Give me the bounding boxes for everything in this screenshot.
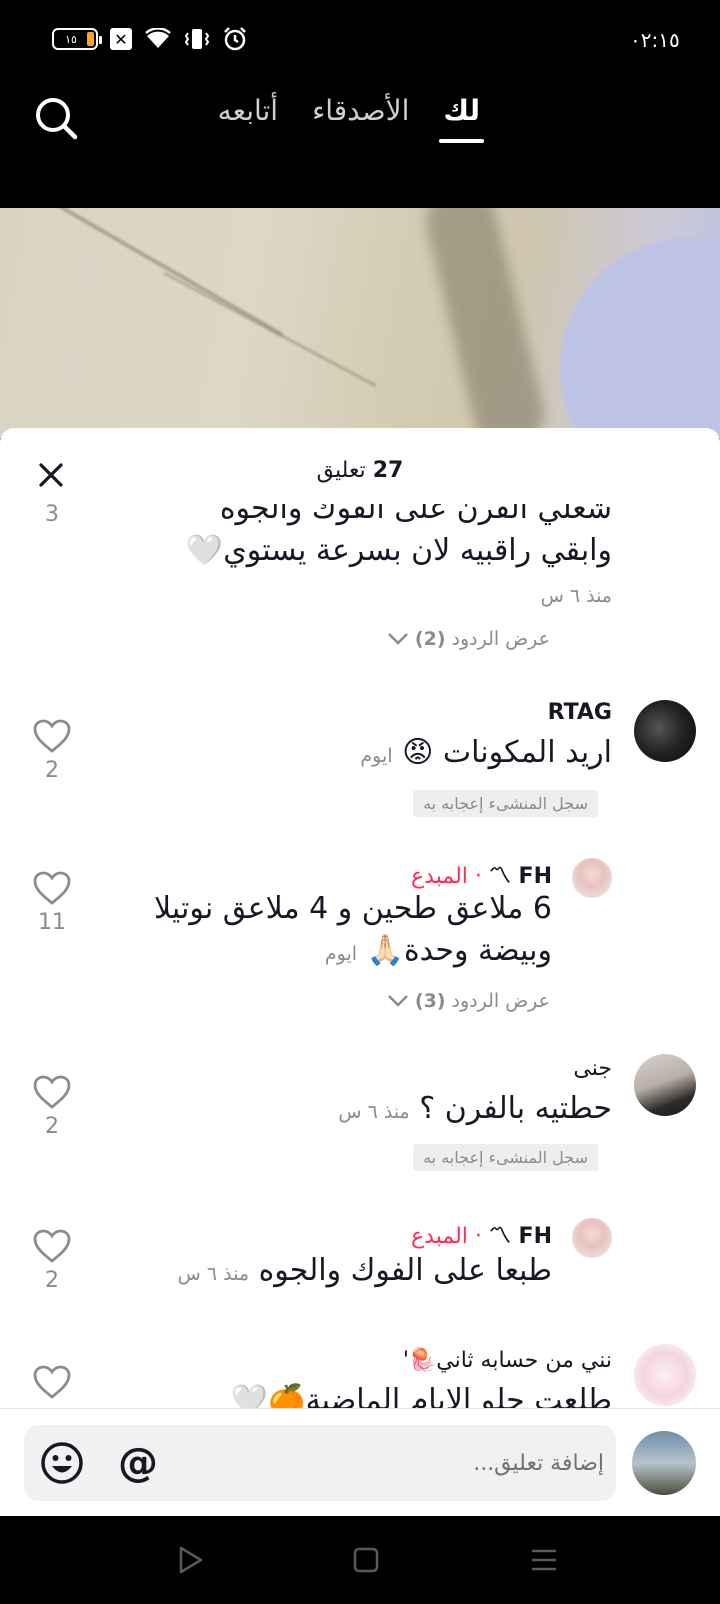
- comments-sheet: 27 تعليق شعلي الفرن على الفوك والجوه واب…: [0, 428, 720, 1516]
- like-count: 2: [45, 1268, 59, 1293]
- avatar[interactable]: [572, 1218, 612, 1258]
- creator-label: · المبدع: [411, 864, 482, 889]
- comment-input-container[interactable]: @: [24, 1425, 616, 1501]
- creator-liked-badge: سجل المنشىء إعجابه به: [413, 790, 598, 817]
- heart-icon: [33, 1075, 71, 1109]
- heart-icon: [33, 871, 71, 905]
- search-icon[interactable]: [32, 94, 80, 142]
- comment-text: طلعت حلو الايام الماضية🍊🤍: [230, 1383, 612, 1410]
- avatar[interactable]: [634, 1054, 696, 1116]
- chevron-down-icon: [388, 995, 408, 1007]
- comment-username[interactable]: FH 〽 · المبدع: [411, 858, 552, 890]
- system-nav-bar: [0, 1516, 720, 1604]
- comment-time: ايوم: [324, 943, 358, 965]
- comment-text: شعلي الفرن على الفوك والجوه وابقي راقبيه…: [185, 504, 612, 568]
- like-button[interactable]: 2: [30, 718, 74, 783]
- like-count: 2: [45, 758, 59, 783]
- view-replies-button[interactable]: عرض الردود (3): [387, 990, 550, 1012]
- vibrate-icon: [184, 29, 210, 49]
- recents-menu-icon[interactable]: [526, 1542, 562, 1578]
- comment-time: منذ ٦ س: [177, 1263, 250, 1285]
- status-icons: ١٥ ✕: [52, 26, 248, 52]
- status-time: ٠٢:١٥: [630, 28, 680, 52]
- like-button[interactable]: 11: [30, 870, 74, 935]
- comments-header: 27 تعليق: [0, 428, 720, 504]
- comment-text: 6 ملاعق طحين و 4 ملاعق نوتيلا وبيضة وحدة…: [154, 891, 552, 968]
- status-bar: ١٥ ✕ ٠٢:١٥: [0, 0, 720, 84]
- mention-button[interactable]: @: [112, 1437, 164, 1489]
- wifi-icon: [145, 28, 171, 48]
- battery-level: ١٥: [65, 32, 77, 46]
- comment-time: منذ ٦ س: [540, 585, 612, 607]
- like-count: 3: [45, 504, 59, 527]
- top-nav: لك الأصدقاء أتابعه: [0, 84, 720, 208]
- comment-username[interactable]: RTAG: [548, 700, 612, 725]
- comment-input-bar: @: [0, 1408, 720, 1516]
- back-triangle-icon[interactable]: [172, 1542, 208, 1578]
- comment-text: اريد المكونات 😡 ايوم: [360, 735, 612, 770]
- tab-for-you[interactable]: لك: [439, 94, 484, 143]
- like-button[interactable]: [30, 1364, 74, 1400]
- battery-icon: ١٥: [52, 28, 102, 50]
- like-column: 3: [30, 504, 74, 527]
- like-count: 2: [45, 1114, 59, 1139]
- heart-icon: [33, 719, 71, 753]
- view-replies-button[interactable]: عرض الردود (2): [387, 628, 550, 650]
- comment-time: ايوم: [360, 745, 393, 767]
- heart-icon: [33, 1229, 71, 1263]
- heart-icon: [33, 1365, 71, 1399]
- comments-list[interactable]: شعلي الفرن على الفوك والجوه وابقي راقبيه…: [0, 504, 720, 1410]
- tab-following[interactable]: أتابعه: [218, 94, 278, 143]
- video-preview[interactable]: [0, 208, 720, 438]
- like-button[interactable]: 2: [30, 1074, 74, 1139]
- avatar[interactable]: [634, 1344, 696, 1406]
- my-avatar: [632, 1431, 696, 1495]
- avatar[interactable]: [634, 700, 696, 762]
- comment-username[interactable]: FH 〽 · المبدع: [411, 1218, 552, 1250]
- comment-text: حطتيه بالفرن ؟ منذ ٦ س: [338, 1091, 612, 1126]
- comments-count-title: 27 تعليق: [0, 458, 720, 483]
- like-count: 11: [38, 910, 66, 935]
- comment-input[interactable]: [184, 1425, 604, 1501]
- emoji-icon[interactable]: [40, 1441, 84, 1485]
- comment-time: منذ ٦ س: [338, 1101, 410, 1123]
- comments-count: 27: [372, 458, 404, 483]
- tab-friends[interactable]: الأصدقاء: [312, 94, 409, 143]
- creator-label: · المبدع: [411, 1224, 482, 1249]
- comment-text: طبعا على الفوك والجوه منذ ٦ س: [177, 1253, 552, 1288]
- close-icon[interactable]: [36, 460, 66, 490]
- alarm-icon: [224, 27, 246, 51]
- comment-username[interactable]: جنى: [573, 1056, 612, 1081]
- feed-tabs: لك الأصدقاء أتابعه: [218, 94, 484, 143]
- chevron-down-icon: [388, 633, 408, 645]
- sim-off-icon: ✕: [110, 28, 132, 50]
- creator-liked-badge: سجل المنشىء إعجابه به: [413, 1144, 598, 1171]
- like-button[interactable]: 2: [30, 1228, 74, 1293]
- comments-count-label: تعليق: [316, 458, 366, 483]
- avatar[interactable]: [572, 858, 612, 898]
- home-square-icon[interactable]: [348, 1542, 384, 1578]
- comment-username[interactable]: نني من حسابه ثاني🪼': [403, 1348, 612, 1373]
